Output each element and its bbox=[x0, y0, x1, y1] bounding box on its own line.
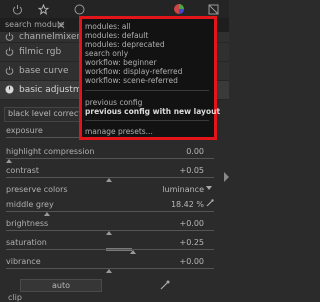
menu-item-modules-default[interactable]: modules: default bbox=[85, 31, 148, 40]
param-label: contrast bbox=[6, 166, 39, 175]
param-value: +0.05 bbox=[179, 166, 204, 175]
menu-separator bbox=[85, 120, 209, 121]
menu-separator bbox=[85, 90, 209, 91]
clip-label: clip bbox=[8, 293, 22, 302]
highlight-compression-slider[interactable]: highlight compression 0.00 bbox=[4, 145, 216, 165]
param-label: middle grey bbox=[6, 200, 54, 209]
contrast-slider[interactable]: contrast +0.05 bbox=[4, 164, 216, 184]
menu-item-modules-deprecated[interactable]: modules: deprecated bbox=[85, 40, 165, 49]
color-picker-icon[interactable] bbox=[206, 199, 214, 207]
power-on-icon[interactable] bbox=[5, 85, 14, 94]
param-label: vibrance bbox=[6, 257, 41, 266]
param-value: +0.00 bbox=[179, 219, 204, 228]
power-icon[interactable] bbox=[5, 47, 14, 56]
clear-search-icon[interactable] bbox=[57, 21, 65, 29]
brightness-slider[interactable]: brightness +0.00 bbox=[4, 217, 216, 237]
search-input[interactable]: search module bbox=[5, 20, 64, 29]
param-value: luminance bbox=[162, 185, 204, 194]
menu-item-previous-config[interactable]: previous config bbox=[85, 98, 142, 107]
auto-button[interactable]: auto bbox=[20, 279, 102, 292]
chevron-down-icon bbox=[206, 186, 212, 190]
tone-icon[interactable] bbox=[72, 2, 86, 16]
power-icon[interactable] bbox=[10, 2, 24, 16]
param-label: saturation bbox=[6, 238, 47, 247]
vibrance-slider[interactable]: vibrance +0.00 bbox=[4, 255, 216, 275]
star-icon[interactable] bbox=[36, 2, 50, 16]
param-value: 18.42 % bbox=[170, 200, 204, 209]
menu-item-modules-all[interactable]: modules: all bbox=[85, 22, 131, 31]
effects-icon[interactable] bbox=[206, 2, 220, 16]
menu-item-workflow-scene[interactable]: workflow: scene-referred bbox=[85, 76, 178, 85]
presets-menu: modules: all modules: default modules: d… bbox=[79, 16, 220, 140]
menu-item-workflow-beginner[interactable]: workflow: beginner bbox=[85, 58, 157, 67]
menu-item-workflow-display[interactable]: workflow: display-referred bbox=[85, 67, 182, 76]
color-picker-icon[interactable] bbox=[160, 280, 170, 290]
param-label: highlight compression bbox=[6, 147, 95, 156]
color-icon[interactable] bbox=[172, 2, 186, 16]
param-label: brightness bbox=[6, 219, 49, 228]
middle-grey-slider[interactable]: middle grey 18.42 % bbox=[4, 198, 216, 218]
menu-item-previous-config-new-layout[interactable]: previous config with new layout bbox=[85, 107, 220, 116]
param-label: exposure bbox=[6, 126, 43, 135]
menu-item-manage-presets[interactable]: manage presets... bbox=[85, 127, 153, 136]
module-label: filmic rgb bbox=[19, 47, 62, 57]
param-value: 0.00 bbox=[186, 147, 204, 156]
saturation-slider[interactable]: saturation +0.25 bbox=[4, 236, 216, 256]
menu-item-search-only[interactable]: search only bbox=[85, 49, 128, 58]
expand-panel-icon[interactable] bbox=[224, 172, 229, 182]
param-value: +0.00 bbox=[179, 257, 204, 266]
param-label: preserve colors bbox=[6, 185, 68, 194]
module-label: base curve bbox=[19, 66, 69, 76]
power-icon[interactable] bbox=[5, 66, 14, 75]
param-value: +0.25 bbox=[179, 238, 204, 247]
power-icon[interactable] bbox=[5, 32, 14, 41]
